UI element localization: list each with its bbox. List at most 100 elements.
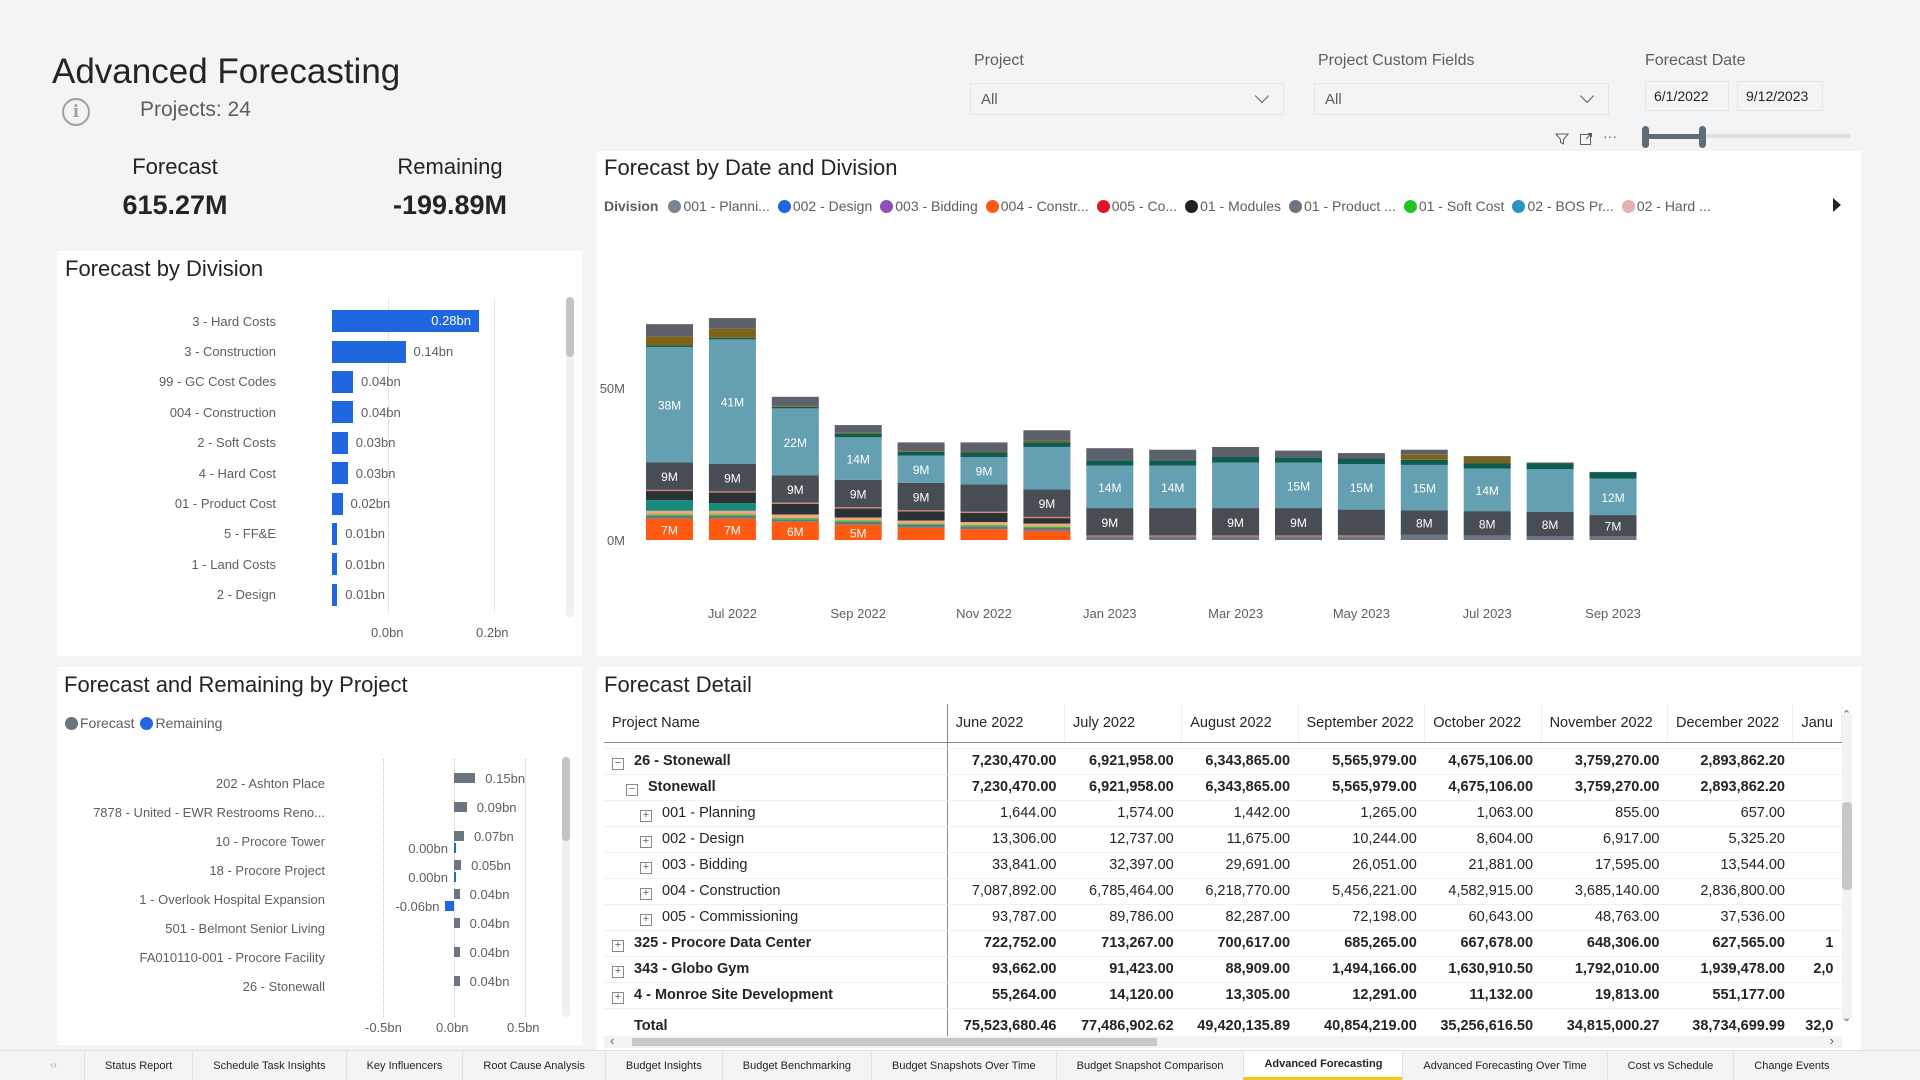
bar-segment[interactable] [1337,453,1385,459]
scroll-left-icon[interactable]: ‹ [610,1033,614,1048]
remaining-bar[interactable] [454,843,456,853]
bar-segment[interactable] [1212,457,1260,463]
legend-item[interactable]: 005 - Co... [1096,198,1177,214]
bar-segment[interactable] [646,510,693,515]
column-header-project-name[interactable]: Project Name [604,704,948,743]
bar-segment[interactable] [834,507,882,509]
legend-item[interactable]: 002 - Design [777,198,872,214]
stacked-bar[interactable]: 9M 15M [1275,450,1322,540]
project-dropdown[interactable]: All [970,83,1284,115]
stacked-bar[interactable]: 7M 12M [1589,471,1637,540]
bar-segment[interactable] [1149,535,1197,537]
bar-segment[interactable] [1337,535,1385,537]
stacked-bar[interactable]: 9M [960,442,1008,540]
bar-segment[interactable] [708,492,756,504]
bar-segment[interactable] [1589,536,1637,540]
project-bar-row[interactable]: 501 - Belmont Senior Living 0.04bn [57,914,557,943]
bar-segment[interactable] [1275,450,1322,458]
bar-segment[interactable] [1337,458,1385,464]
bar-segment[interactable] [1023,526,1071,528]
bar-segment[interactable] [1086,460,1134,466]
forecast-bar[interactable] [454,773,476,783]
bar-segment[interactable] [1212,536,1260,540]
forecast-bar[interactable] [454,947,460,957]
project-bar-row[interactable]: 1 - Overlook Hospital Expansion 0.04bn -0.… [57,885,557,914]
bar-segment[interactable] [1589,471,1637,473]
table-row[interactable]: +325 - Procore Data Center 722,752.00 713,… [604,930,1842,957]
bar-segment[interactable] [708,318,756,329]
division-bar-row[interactable]: 3 - Construction 0.14bn [57,336,517,366]
bar-segment[interactable] [771,514,819,519]
bar-segment[interactable] [1149,536,1197,540]
date-end-input[interactable]: 9/12/2023 [1737,81,1823,111]
forecast-bar[interactable] [454,860,462,870]
filter-icon[interactable] [1554,132,1570,149]
focus-mode-icon[interactable] [1579,132,1593,149]
bar-segment[interactable] [1526,469,1574,512]
stacked-bar[interactable]: 9M [1023,430,1071,540]
bar-segment[interactable] [646,500,693,511]
bar-segment[interactable] [897,520,945,524]
bar-segment[interactable] [1212,462,1260,509]
project-bar-row[interactable]: 202 - Ashton Place 0.15bn [57,769,557,798]
bar-segment[interactable] [960,484,1008,512]
tab-budget-insights[interactable]: Budget Insights [604,1051,722,1080]
division-bar-row[interactable]: 5 - FF&E 0.01bn [57,519,517,549]
bar-segment[interactable] [960,529,1008,540]
bar-segment[interactable] [960,526,1008,530]
division-bar[interactable] [332,370,353,393]
bar-segment[interactable] [897,442,945,451]
legend-item[interactable]: 01 - Soft Cost [1403,198,1504,214]
bar-segment[interactable] [897,523,945,525]
bar-segment[interactable] [646,324,693,337]
expand-icon[interactable]: + [640,861,652,874]
table-row[interactable]: +343 - Globo Gym 93,662.00 91,423.00 88,909… [604,956,1842,983]
column-header-month[interactable]: November 2022 [1541,704,1668,743]
division-scrollbar[interactable] [566,297,574,617]
stacked-bar[interactable]: 7M 9M 38M [646,324,693,540]
bar-segment[interactable] [1400,459,1448,465]
bar-segment[interactable] [897,524,945,528]
bar-segment[interactable] [1149,460,1197,466]
custom-fields-dropdown[interactable]: All [1314,83,1609,115]
forecast-bar[interactable] [454,802,467,812]
division-bar[interactable]: 0.28bn [332,310,479,333]
bar-segment[interactable] [646,491,693,501]
date-range-start-handle[interactable] [1642,126,1649,148]
division-bar-row[interactable]: 004 - Construction 0.04bn [57,397,517,427]
bar-segment[interactable] [834,517,882,521]
bar-segment[interactable] [708,328,756,338]
bar-segment[interactable] [1463,456,1511,458]
table-row[interactable]: +001 - Planning 1,644.00 1,574.00 1,442.00 1… [604,800,1842,827]
project-bar-row[interactable]: 18 - Procore Project 0.05bn 0.00bn [57,856,557,885]
division-bar[interactable] [332,522,338,545]
division-bar[interactable] [332,340,406,363]
bar-segment[interactable] [1023,518,1071,524]
division-bar[interactable] [332,462,348,485]
bar-segment[interactable] [1212,446,1260,458]
division-bar[interactable] [332,431,348,454]
tab-advanced-forecasting[interactable]: Advanced Forecasting [1243,1051,1403,1080]
bar-segment[interactable] [1023,430,1071,441]
bar-segment[interactable] [708,503,756,511]
division-bar-row[interactable]: 3 - Hard Costs 0.28bn [57,306,517,336]
table-row[interactable]: − Stonewall 7,230,470.00 6,921,958.00 6,343,… [604,774,1842,801]
bar-segment[interactable] [834,425,882,433]
division-bar[interactable] [332,401,353,424]
project-scrollbar[interactable] [562,757,570,1017]
column-header-month[interactable]: September 2022 [1298,704,1426,743]
bar-segment[interactable] [1086,536,1134,540]
project-bar-row[interactable]: FA010110-001 - Procore Facility 0.04bn [57,943,557,972]
bar-segment[interactable] [708,515,756,519]
bar-segment[interactable] [771,519,819,522]
expand-icon[interactable]: + [612,939,624,952]
table-row[interactable]: +003 - Bidding 33,841.00 32,397.00 29,691.0… [604,852,1842,879]
stacked-bar[interactable]: 15M [1337,453,1385,540]
tab-root-cause-analysis[interactable]: Root Cause Analysis [462,1051,605,1080]
bar-segment[interactable] [897,510,945,512]
tab-next-icon[interactable]: › [53,1060,56,1071]
bar-segment[interactable] [960,522,1008,526]
bar-segment[interactable] [1526,462,1574,464]
bar-segment[interactable] [1400,534,1448,540]
bar-segment[interactable] [771,502,819,504]
